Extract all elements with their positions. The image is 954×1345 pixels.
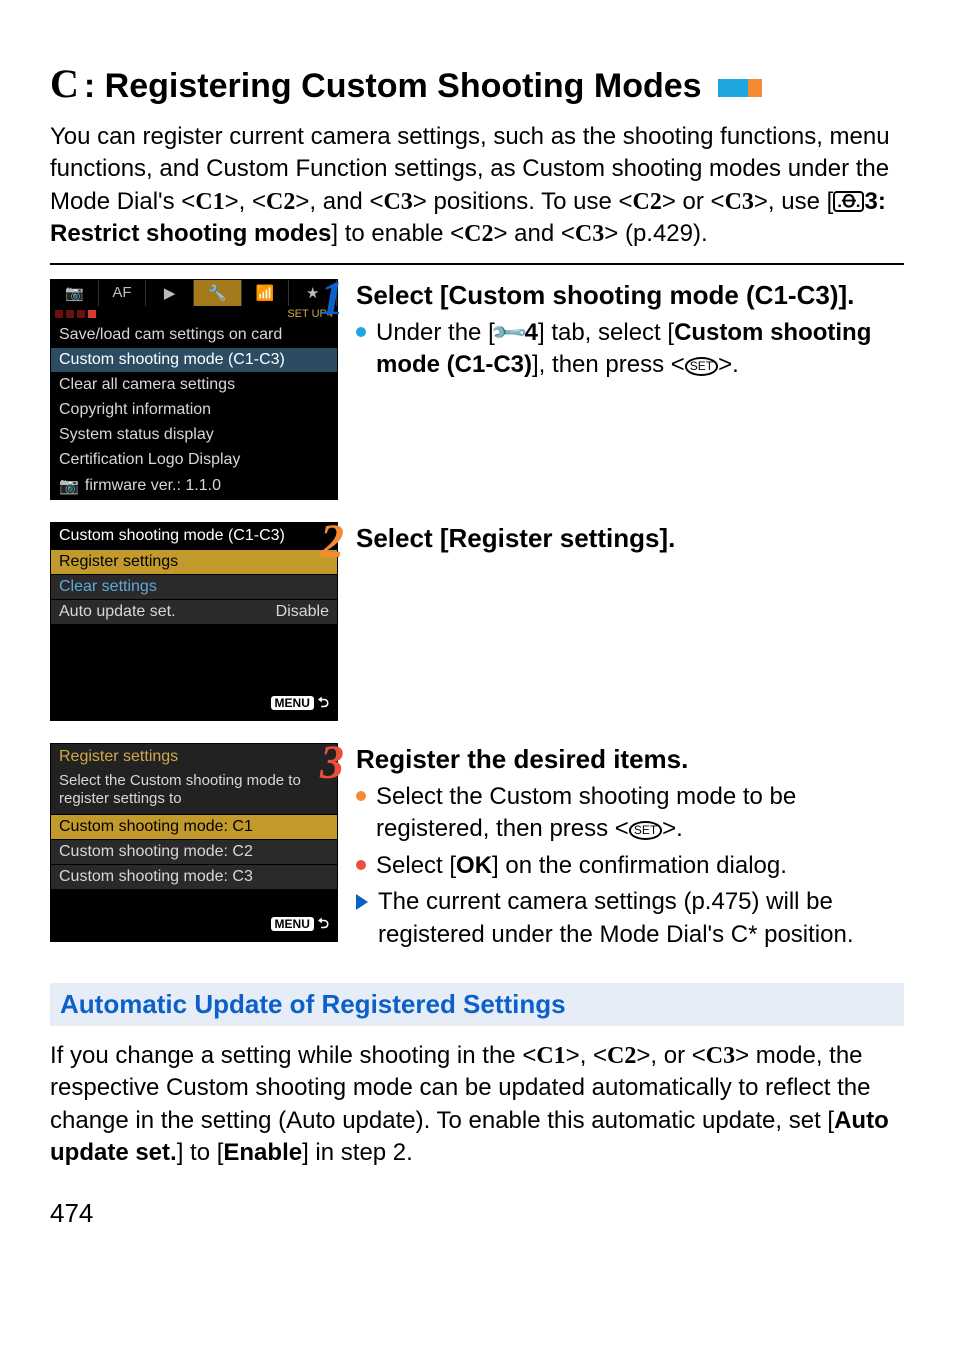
step3-bullet-2: Select [OK] on the confirmation dialog. (356, 850, 904, 882)
title-c-glyph: C (50, 60, 78, 107)
cam2-auto-update: Auto update set.Disable (51, 599, 337, 624)
cfn-icon: .⁠Ꝋ. (833, 191, 864, 212)
cam-tab-shoot: 📷 (51, 280, 99, 306)
cam2-title: Custom shooting mode (C1-C3) (51, 523, 337, 549)
cam3-c2: Custom shooting mode: C2 (51, 839, 337, 864)
cam1-row-clear: Clear all camera settings (51, 372, 337, 397)
set-button-icon: SET (629, 821, 662, 839)
cam1-row-status: System status display (51, 422, 337, 447)
step-1-row: 📷 AF ▶ 🔧 📶 ★ SET UP4 Save/load cam setti… (50, 279, 904, 500)
cam3-menu-back: MENU ⮌ (51, 911, 337, 941)
step1-bullet: Under the [🔧4] tab, select [Custom shoot… (356, 317, 904, 382)
cam-tab-setup: 🔧 (194, 280, 242, 306)
title-accent-bars (718, 79, 904, 97)
intro-paragraph: You can register current camera settings… (50, 121, 904, 251)
cam1-row-cert: Certification Logo Display (51, 447, 337, 472)
wrench-icon: 🔧 (488, 311, 532, 355)
auto-update-heading: Automatic Update of Registered Settings (50, 983, 904, 1026)
subtab-dots (55, 310, 96, 318)
cam2-clear: Clear settings (51, 574, 337, 599)
step-number-2: 2 (320, 514, 344, 569)
cam-tab-play: ▶ (146, 280, 194, 306)
cam2-register: Register settings (51, 549, 337, 574)
camera-menu-screenshot-2: Custom shooting mode (C1-C3) Register se… (50, 522, 338, 721)
cam1-row-firmware: 📷firmware ver.: 1.1.0 (51, 472, 337, 499)
cam3-subtitle: Select the Custom shooting mode to regis… (51, 770, 337, 814)
cam3-c1: Custom shooting mode: C1 (51, 814, 337, 839)
cam-tab-custom: 📶 (242, 280, 290, 306)
bullet-dot-icon (356, 791, 366, 801)
step1-heading: Select [Custom shooting mode (C1-C3)]. (356, 279, 904, 312)
camera-menu-screenshot-3: Register settings Select the Custom shoo… (50, 743, 338, 942)
step-number-1: 1 (320, 271, 344, 326)
bullet-dot-icon (356, 327, 366, 337)
step3-bullet-1: Select the Custom shooting mode to be re… (356, 781, 904, 846)
title-text: : Registering Custom Shooting Modes (84, 67, 702, 106)
cam1-row-custom-mode: Custom shooting mode (C1-C3) (51, 347, 337, 372)
cam1-row-copyright: Copyright information (51, 397, 337, 422)
cam-tab-af: AF (99, 280, 147, 306)
step-3-row: Register settings Select the Custom shoo… (50, 743, 904, 955)
cam3-title: Register settings (51, 744, 337, 770)
step-number-3: 3 (320, 735, 344, 790)
cam3-c3: Custom shooting mode: C3 (51, 864, 337, 889)
step2-heading: Select [Register settings]. (356, 522, 904, 555)
bullet-dot-icon (356, 860, 366, 870)
step3-bullet-3: The current camera settings (p.475) will… (356, 886, 904, 951)
page-number: 474 (50, 1198, 904, 1229)
divider (50, 263, 904, 265)
triangle-right-icon (356, 894, 368, 910)
set-button-icon: SET (685, 357, 718, 375)
cam1-row-save: Save/load cam settings on card (51, 322, 337, 347)
auto-update-paragraph: If you change a setting while shooting i… (50, 1040, 904, 1170)
step3-heading: Register the desired items. (356, 743, 904, 776)
accent-bar-orange (748, 79, 762, 97)
cam2-menu-back: MENU ⮌ (51, 690, 337, 720)
page-title: C : Registering Custom Shooting Modes (50, 60, 904, 107)
camera-menu-screenshot-1: 📷 AF ▶ 🔧 📶 ★ SET UP4 Save/load cam setti… (50, 279, 338, 500)
step-2-row: Custom shooting mode (C1-C3) Register se… (50, 522, 904, 721)
